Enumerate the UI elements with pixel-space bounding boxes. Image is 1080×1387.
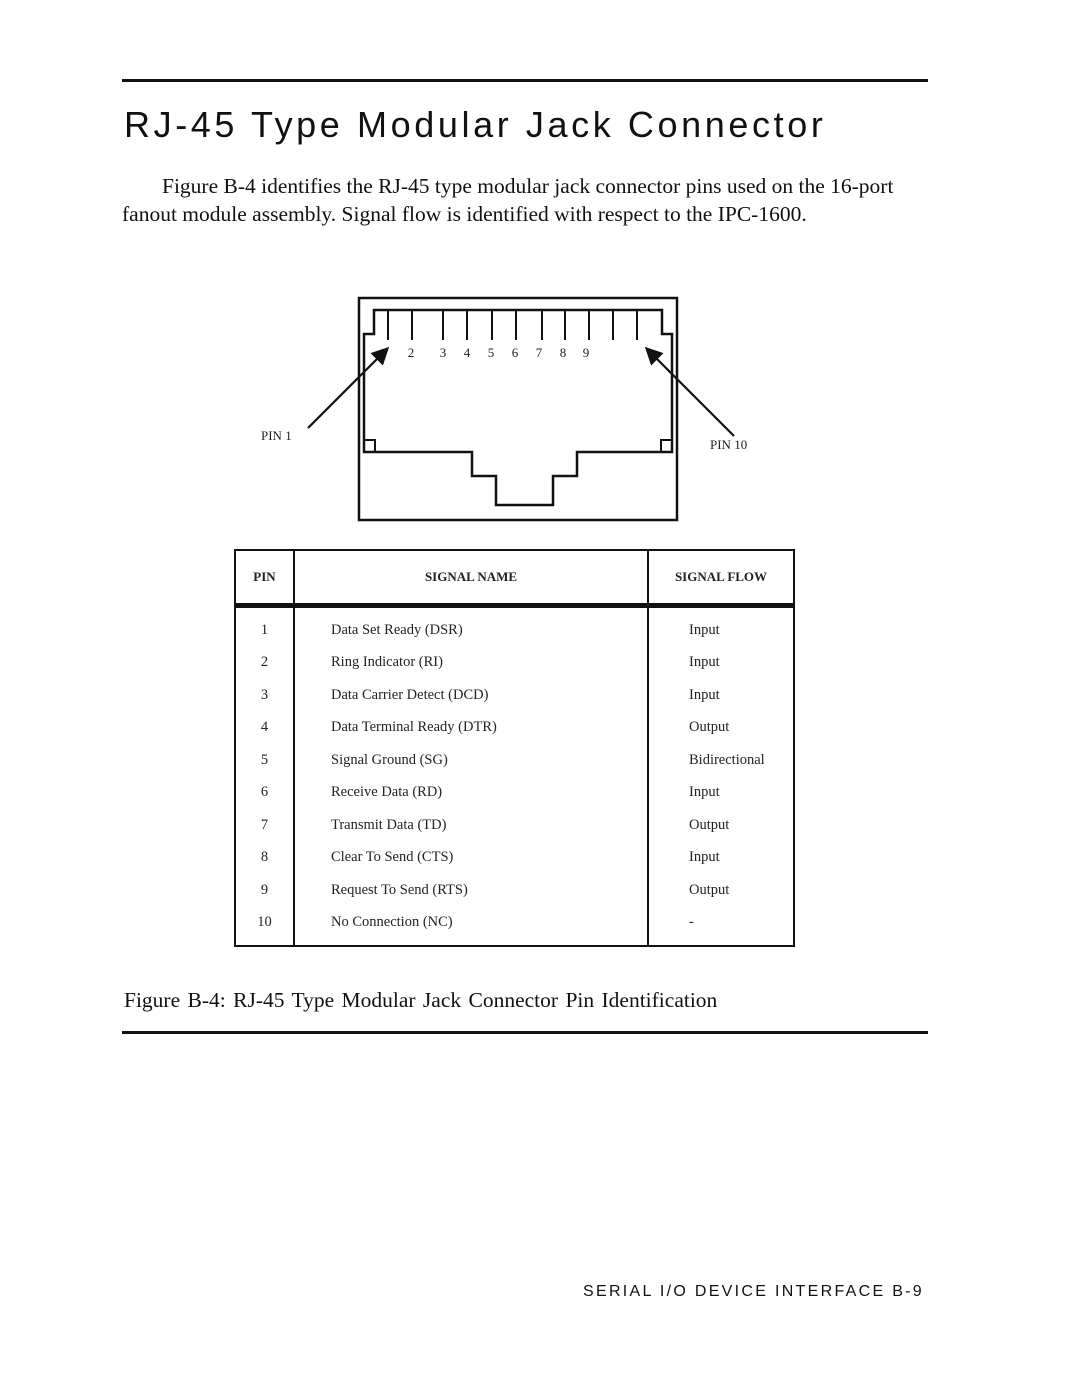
pin1-arrow — [307, 346, 390, 429]
signal-flow-cell: Input — [647, 679, 795, 712]
signal-name-cell: Transmit Data (TD) — [293, 809, 649, 842]
signal-name-cell: Data Carrier Detect (DCD) — [293, 679, 649, 712]
signal-name-cell: Data Set Ready (DSR) — [293, 605, 649, 647]
page-footer: SERIAL I/O DEVICE INTERFACE B-9 — [583, 1283, 924, 1300]
table-row: 4 Data Terminal Ready (DTR) Output — [234, 711, 795, 744]
rj45-connector-diagram: 2 3 4 5 6 7 8 9 PIN 1 PIN 10 — [250, 290, 810, 530]
signal-name-cell: Request To Send (RTS) — [293, 874, 649, 907]
pin-cell: 2 — [234, 646, 295, 679]
signal-name-cell: Clear To Send (CTS) — [293, 841, 649, 874]
pin-number: 3 — [440, 345, 447, 360]
pin-table-header: PIN SIGNAL NAME SIGNAL FLOW — [234, 549, 795, 608]
latch-left — [363, 439, 376, 453]
pin-number: 2 — [408, 345, 415, 360]
pin-cell: 4 — [234, 711, 295, 744]
bottom-rule — [122, 1031, 928, 1034]
intro-paragraph: Figure B-4 identifies the RJ-45 type mod… — [122, 174, 894, 226]
signal-flow-cell: Input — [647, 646, 795, 679]
signal-flow-cell: Input — [647, 841, 795, 874]
pin-cell: 7 — [234, 809, 295, 842]
pin-cell: 8 — [234, 841, 295, 874]
jack-opening — [362, 308, 674, 507]
pin-number: 5 — [488, 345, 495, 360]
header-signal-flow: SIGNAL FLOW — [647, 549, 795, 608]
pin-number: 6 — [512, 345, 519, 360]
pin-table: PIN SIGNAL NAME SIGNAL FLOW 1 Data Set Re… — [234, 549, 795, 947]
pin-cell: 6 — [234, 776, 295, 809]
pin-number: 7 — [536, 345, 543, 360]
pin-cell: 3 — [234, 679, 295, 712]
table-row: 6 Receive Data (RD) Input — [234, 776, 795, 809]
latch-right — [660, 439, 673, 453]
pin-number: 8 — [560, 345, 567, 360]
signal-flow-cell: Output — [647, 711, 795, 744]
table-row: 1 Data Set Ready (DSR) Input — [234, 605, 795, 647]
jack-housing — [357, 296, 679, 522]
signal-name-cell: Signal Ground (SG) — [293, 744, 649, 777]
table-row: 8 Clear To Send (CTS) Input — [234, 841, 795, 874]
pin-number: 9 — [583, 345, 590, 360]
signal-flow-cell: Output — [647, 874, 795, 907]
pin10-arrow — [644, 346, 735, 437]
figure-caption: Figure B-4: RJ-45 Type Modular Jack Conn… — [124, 988, 718, 1012]
pin1-label: PIN 1 — [261, 428, 292, 443]
pin-cell: 1 — [234, 605, 295, 647]
signal-flow-cell: - — [647, 906, 795, 947]
table-row: 7 Transmit Data (TD) Output — [234, 809, 795, 842]
pin-number: 4 — [464, 345, 471, 360]
table-row: 10 No Connection (NC) - — [234, 906, 795, 947]
table-row: 2 Ring Indicator (RI) Input — [234, 646, 795, 679]
signal-flow-cell: Input — [647, 776, 795, 809]
table-row: 5 Signal Ground (SG) Bidirectional — [234, 744, 795, 777]
pin-cell: 5 — [234, 744, 295, 777]
table-row: 3 Data Carrier Detect (DCD) Input — [234, 679, 795, 712]
signal-flow-cell: Output — [647, 809, 795, 842]
signal-name-cell: Ring Indicator (RI) — [293, 646, 649, 679]
signal-name-cell: Data Terminal Ready (DTR) — [293, 711, 649, 744]
pin10-label: PIN 10 — [710, 437, 747, 452]
pin-cell: 9 — [234, 874, 295, 907]
signal-name-cell: Receive Data (RD) — [293, 776, 649, 809]
header-pin: PIN — [234, 549, 295, 608]
top-rule — [122, 79, 928, 82]
signal-name-cell: No Connection (NC) — [293, 906, 649, 947]
pin-cell: 10 — [234, 906, 295, 947]
page-title: RJ-45 Type Modular Jack Connector — [124, 104, 827, 145]
signal-flow-cell: Input — [647, 605, 795, 647]
signal-flow-cell: Bidirectional — [647, 744, 795, 777]
header-signal-name: SIGNAL NAME — [293, 549, 649, 608]
table-row: 9 Request To Send (RTS) Output — [234, 874, 795, 907]
